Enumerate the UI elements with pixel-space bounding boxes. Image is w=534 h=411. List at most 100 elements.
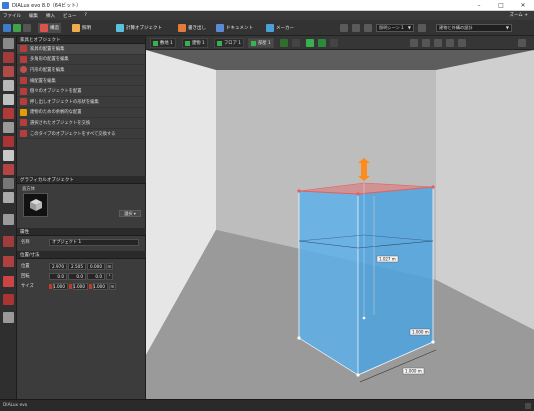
lock-icon[interactable] — [69, 283, 72, 289]
layer-2-icon[interactable] — [318, 39, 326, 47]
light-scene-select[interactable]: 照明シーン 1 ▼ — [376, 24, 414, 32]
chevron-down-icon: ▼ — [407, 25, 411, 30]
settings-icon[interactable] — [418, 24, 426, 32]
outdoor-design-select[interactable]: 建物と外構の設計 ▼ — [436, 24, 512, 32]
menu-insert[interactable]: 挿入 — [46, 13, 55, 19]
monitor-icon[interactable] — [518, 39, 526, 47]
window-icon[interactable] — [3, 94, 14, 105]
texture-icon[interactable] — [3, 236, 14, 247]
size-unit: m — [109, 282, 116, 290]
chevron-down-icon[interactable] — [292, 39, 300, 47]
rotation-x-input[interactable]: 0.0 — [49, 272, 67, 280]
title-bar: DIALux evo 8.0（64ビット） – □ ✕ — [0, 0, 534, 11]
mode-icon-strip — [0, 36, 17, 399]
open-file-icon[interactable] — [13, 24, 21, 32]
axis-icon[interactable] — [280, 39, 288, 47]
manufacturer-icon — [266, 24, 274, 32]
menu-edit[interactable]: 編集 — [29, 13, 38, 19]
calc-object-tab[interactable]: 計算オブジェクト — [116, 23, 162, 33]
dots-icon[interactable] — [3, 312, 14, 323]
rotation-y-input[interactable]: 0.0 — [68, 272, 86, 280]
menu-help[interactable]: ? — [85, 13, 87, 18]
size-z-input[interactable]: 1.000 — [93, 282, 108, 290]
action-edit-circle-arrangement[interactable]: 円形の配置を編集 — [17, 65, 145, 76]
table-icon[interactable] — [3, 214, 14, 225]
site-icon — [153, 40, 158, 46]
height-dimension-label: 1.027 m — [379, 257, 396, 262]
size-y-input[interactable]: 1.000 — [73, 282, 88, 290]
ceiling-icon[interactable] — [3, 122, 14, 133]
chevron-down-icon[interactable] — [330, 39, 338, 47]
construction-icon — [40, 24, 48, 32]
action-edit-furniture-arrangement[interactable]: 家具の配置を編集 — [17, 44, 145, 55]
menu-view[interactable]: ビュー — [63, 13, 77, 19]
tab-floor[interactable]: フロア 1 — [214, 38, 244, 48]
door-icon[interactable] — [3, 80, 14, 91]
light-bulb-icon[interactable] — [340, 24, 348, 32]
wall-icon[interactable] — [3, 66, 14, 77]
material-icon[interactable] — [3, 256, 14, 267]
select-button[interactable]: 選択 ▾ — [119, 210, 141, 217]
action-edit-polygon-arrangement[interactable]: 多角形の配置を編集 — [17, 55, 145, 66]
resize-grip-icon[interactable] — [525, 403, 531, 409]
tab-site[interactable]: 敷地 1 — [150, 38, 176, 48]
beam-icon[interactable] — [3, 164, 14, 175]
rotation-z-input[interactable]: 0.0 — [87, 272, 105, 280]
action-edit-line-arrangement[interactable]: 線配置を編集 — [17, 76, 145, 87]
paint-icon[interactable] — [3, 294, 14, 305]
replace-all-icon — [20, 130, 27, 138]
column-icon[interactable] — [3, 150, 14, 161]
object-icon[interactable] — [3, 178, 14, 189]
status-text: DIALux evo — [3, 403, 28, 408]
zoom-icon[interactable] — [434, 39, 442, 47]
light-tab[interactable]: 照明 — [72, 23, 91, 33]
document-tab[interactable]: ドキュメント — [216, 23, 253, 33]
new-file-icon[interactable] — [3, 24, 11, 32]
position-x-input[interactable]: 2.970 — [49, 262, 67, 270]
lock-icon[interactable] — [89, 283, 92, 289]
name-input[interactable]: オブジェクト 1 — [49, 238, 139, 246]
layer-icon[interactable] — [306, 39, 314, 47]
maximize-button[interactable]: □ — [490, 0, 512, 11]
construction-tab[interactable]: 構造 — [38, 23, 61, 33]
action-place-single-object[interactable]: 個々のオブジェクトを配置 — [17, 86, 145, 97]
room-icon[interactable] — [3, 52, 14, 63]
menu-file[interactable]: ファイル — [3, 13, 21, 19]
tab-building[interactable]: 建物 1 — [182, 38, 208, 48]
rotate-icon[interactable] — [422, 39, 430, 47]
light-icon — [72, 24, 80, 32]
fit-icon[interactable] — [446, 39, 454, 47]
cube-icon[interactable] — [3, 192, 14, 203]
size-x-input[interactable]: 1.000 — [53, 282, 68, 290]
camera-icon[interactable] — [458, 39, 466, 47]
lock-icon[interactable] — [49, 283, 52, 289]
action-replace-selected[interactable]: 選択されたオブジェクトを交換 — [17, 118, 145, 129]
zoom-label[interactable]: ズーム + — [509, 12, 528, 18]
tab-room[interactable]: 部屋 1 — [248, 38, 274, 48]
undo-icon[interactable] — [23, 24, 31, 32]
action-building-arrangement[interactable]: 建物のための余剰的な配置 — [17, 108, 145, 119]
position-z-input[interactable]: 0.000 — [87, 262, 105, 270]
action-edit-extrusion[interactable]: 押し出しオブジェクトの形状を編集 — [17, 97, 145, 108]
scene-canvas[interactable]: 1.027 m 1.000 m 1.000 m — [146, 50, 534, 399]
roof-icon[interactable] — [3, 108, 14, 119]
close-button[interactable]: ✕ — [512, 0, 534, 11]
sun-icon[interactable] — [352, 24, 360, 32]
line-icon — [20, 77, 27, 85]
pencil-icon — [20, 108, 27, 116]
minimize-button[interactable]: – — [468, 0, 490, 11]
manufacturer-tab[interactable]: メーカー — [266, 23, 294, 33]
action-replace-all-of-type[interactable]: このタイプのオブジェクトをすべて交換する — [17, 129, 145, 140]
position-y-input[interactable]: 2.505 — [68, 262, 86, 270]
app-logo-icon — [2, 1, 9, 9]
3d-viewport[interactable]: 1.027 m 1.000 m 1.000 m — [146, 50, 534, 399]
cuboid-object[interactable] — [297, 182, 435, 377]
width-dimension-label: 1.000 m — [405, 369, 422, 374]
cut-icon[interactable] — [3, 276, 14, 287]
furniture-action-list: 家具の配置を編集 多角形の配置を編集 円形の配置を編集 線配置を編集 個々のオブ… — [17, 44, 145, 140]
move-icon[interactable] — [410, 39, 418, 47]
calc-icon[interactable] — [364, 24, 372, 32]
stairs-icon[interactable] — [3, 136, 14, 147]
export-tab[interactable]: 書き出し — [178, 23, 206, 33]
furniture-icon[interactable] — [3, 38, 14, 49]
